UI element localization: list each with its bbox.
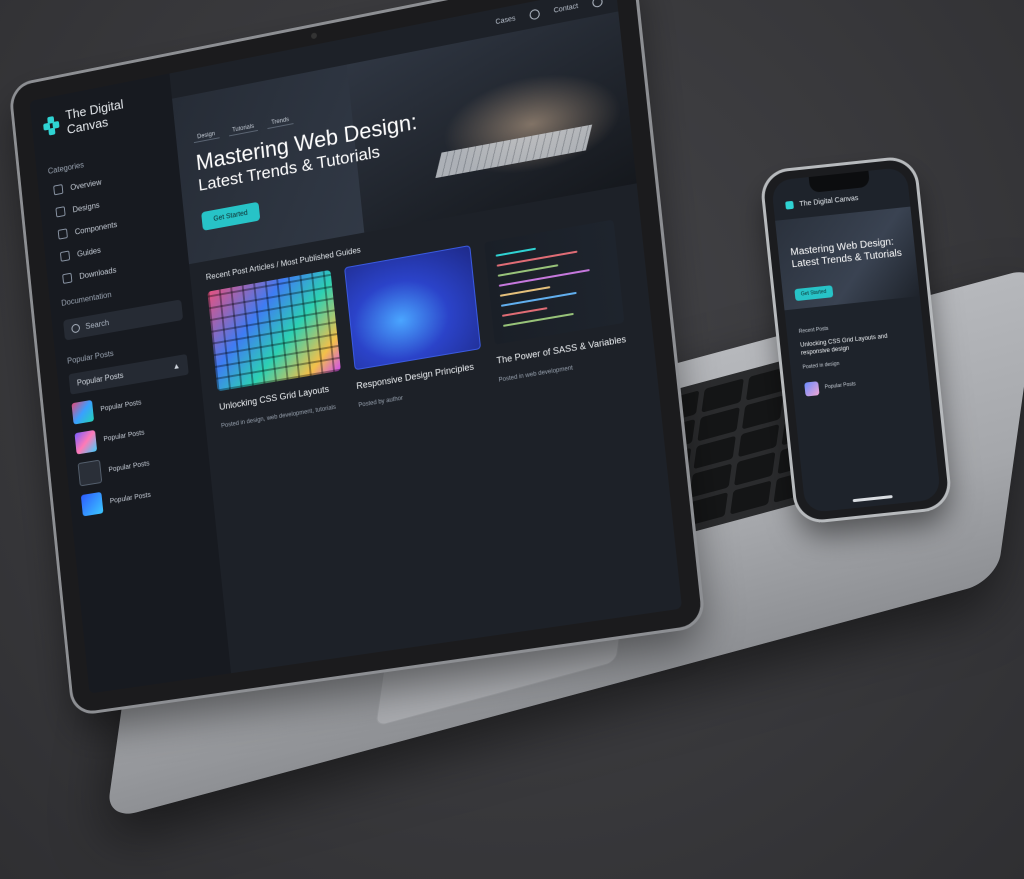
phone-author[interactable]: Popular Posts — [804, 371, 917, 397]
phone-author-name: Popular Posts — [824, 381, 857, 391]
popular-item-label: Popular Posts — [108, 459, 150, 474]
post-thumbnail — [71, 399, 95, 425]
phone-hero-title: Mastering Web Design: Latest Trends & Tu… — [790, 236, 903, 271]
post-card[interactable]: The Power of SASS & Variables Posted in … — [484, 219, 629, 388]
get-started-button[interactable]: Get Started — [201, 201, 261, 231]
home-indicator — [852, 495, 893, 503]
sidebar-item-label: Components — [74, 219, 118, 237]
card-list: Unlocking CSS Grid Layouts Posted in des… — [207, 218, 639, 434]
avatar — [804, 381, 820, 397]
popular-item-label: Popular Posts — [100, 398, 142, 413]
nav-link-contact[interactable]: Contact — [553, 2, 578, 14]
card-image — [207, 269, 341, 392]
phone-hero: Mastering Web Design: Latest Trends & Tu… — [775, 206, 920, 311]
popular-item-label: Popular Posts — [103, 429, 145, 443]
post-card[interactable]: Unlocking CSS Grid Layouts Posted in des… — [207, 269, 345, 434]
layout-icon — [57, 228, 68, 240]
notch — [808, 170, 871, 193]
popular-dropdown-label: Popular Posts — [76, 370, 124, 388]
hero-tag[interactable]: Trends — [267, 115, 294, 129]
phone-screen: The Digital Canvas Mastering Web Design:… — [770, 166, 942, 514]
user-icon[interactable] — [528, 8, 541, 21]
phone-get-started-button[interactable]: Get Started — [794, 285, 833, 302]
phone-header: The Digital Canvas — [785, 190, 897, 210]
chevron-up-icon: ▲ — [172, 361, 181, 372]
hero-tag[interactable]: Tutorials — [228, 121, 259, 137]
search-icon[interactable] — [591, 0, 604, 9]
brand[interactable]: The Digital Canvas — [42, 89, 163, 141]
post-thumbnail — [74, 429, 98, 455]
post-thumbnail — [80, 491, 104, 517]
post-card[interactable]: Responsive Design Principles Posted by a… — [344, 244, 485, 411]
brand-logo-icon — [785, 200, 794, 210]
phone-recent-posts: Recent Posts Unlocking CSS Grid Layouts … — [799, 317, 917, 397]
sidebar-item-label: Overview — [69, 177, 102, 192]
main-content: Cases Contact Design Tutorials Trends Ma… — [169, 0, 682, 673]
book-icon — [59, 250, 71, 262]
brand-name: The Digital Canvas — [64, 96, 125, 137]
sidebar-item-label: Downloads — [78, 265, 117, 281]
laptop-screen: The Digital Canvas Categories Overview D… — [29, 0, 683, 694]
download-icon — [62, 272, 73, 284]
popular-item-label: Popular Posts — [109, 491, 152, 505]
sidebar-search-input[interactable]: Search — [63, 299, 184, 341]
post-thumbnail — [77, 459, 103, 487]
phone-brand-name[interactable]: The Digital Canvas — [799, 194, 859, 207]
sidebar-item-label: Designs — [72, 200, 100, 214]
search-icon — [71, 323, 81, 334]
card-image — [344, 244, 482, 371]
keyboard-key — [685, 492, 728, 527]
home-icon — [53, 183, 64, 196]
hero-tag[interactable]: Design — [193, 129, 220, 144]
camera — [310, 32, 318, 40]
card-image — [484, 219, 625, 345]
search-placeholder: Search — [85, 318, 110, 332]
phone-post-title[interactable]: Unlocking CSS Grid Layouts and responsiv… — [800, 330, 913, 358]
brand-logo-icon — [43, 115, 60, 136]
laptop-lid: The Digital Canvas Categories Overview D… — [11, 0, 703, 714]
nav-link-cases[interactable]: Cases — [495, 15, 516, 26]
sidebar-item-label: Guides — [76, 245, 102, 259]
keyboard-key — [729, 480, 772, 515]
grid-icon — [55, 206, 66, 218]
